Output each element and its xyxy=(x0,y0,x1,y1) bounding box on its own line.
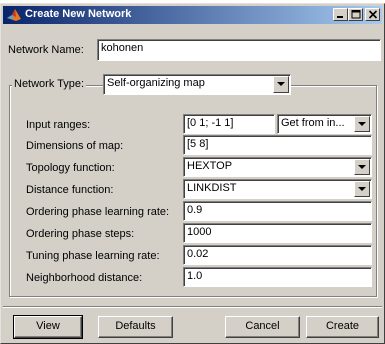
matlab-icon xyxy=(6,7,22,23)
ordering-lr-value: 0.9 xyxy=(187,204,203,216)
input-ranges-input[interactable]: [0 1; -1 1] xyxy=(183,114,275,134)
tuning-lr-value: 0.02 xyxy=(187,248,209,260)
minimize-button[interactable] xyxy=(333,8,348,21)
dimensions-input[interactable]: [5 8] xyxy=(183,135,372,155)
network-type-label: Network Type: xyxy=(14,78,85,90)
distance-label: Distance function: xyxy=(26,184,114,196)
network-name-value: kohonen xyxy=(101,42,144,54)
neighborhood-value: 1.0 xyxy=(187,270,203,282)
chevron-down-icon[interactable] xyxy=(354,181,370,197)
topology-label: Topology function: xyxy=(26,162,115,174)
defaults-button[interactable]: Defaults xyxy=(98,316,173,338)
topology-select[interactable]: HEXTOP xyxy=(183,157,372,177)
network-type-select[interactable]: Self-organizing map xyxy=(103,74,291,95)
neighborhood-input[interactable]: 1.0 xyxy=(183,267,372,287)
network-name-input[interactable]: kohonen xyxy=(97,39,381,61)
network-type-legend: Network Type: xyxy=(12,72,87,98)
chevron-down-icon[interactable] xyxy=(273,76,289,93)
distance-select[interactable]: LINKDIST xyxy=(183,179,372,199)
network-name-label: Network Name: xyxy=(8,44,84,56)
maximize-button[interactable] xyxy=(348,8,363,21)
get-from-input-select[interactable]: Get from in... xyxy=(277,114,372,134)
create-button[interactable]: Create xyxy=(306,316,379,338)
input-ranges-label: Input ranges: xyxy=(26,119,91,131)
chevron-down-icon[interactable] xyxy=(354,116,370,132)
topology-value: HEXTOP xyxy=(187,160,233,172)
ordering-lr-input[interactable]: 0.9 xyxy=(183,201,372,221)
create-network-window: Create New Network Network Name: kohonen… xyxy=(0,3,385,344)
distance-value: LINKDIST xyxy=(187,182,237,194)
dimensions-label: Dimensions of map: xyxy=(26,140,124,152)
separator xyxy=(3,306,382,308)
network-type-value: Self-organizing map xyxy=(107,77,205,89)
input-ranges-value: [0 1; -1 1] xyxy=(187,117,234,129)
chevron-down-icon[interactable] xyxy=(354,159,370,175)
cancel-button[interactable]: Cancel xyxy=(225,316,300,338)
ordering-lr-label: Ordering phase learning rate: xyxy=(26,206,170,218)
window-title: Create New Network xyxy=(25,8,132,20)
get-from-input-value: Get from in... xyxy=(281,117,345,129)
tuning-lr-label: Tuning phase learning rate: xyxy=(26,250,160,262)
neighborhood-label: Neighborhood distance: xyxy=(26,272,143,284)
view-button[interactable]: View xyxy=(13,315,83,339)
dimensions-value: [5 8] xyxy=(187,138,209,150)
title-bar[interactable]: Create New Network xyxy=(3,6,382,24)
ordering-steps-value: 1000 xyxy=(187,226,212,238)
tuning-lr-input[interactable]: 0.02 xyxy=(183,245,372,265)
ordering-steps-label: Ordering phase steps: xyxy=(26,228,135,240)
close-button[interactable] xyxy=(365,8,380,21)
ordering-steps-input[interactable]: 1000 xyxy=(183,223,372,243)
